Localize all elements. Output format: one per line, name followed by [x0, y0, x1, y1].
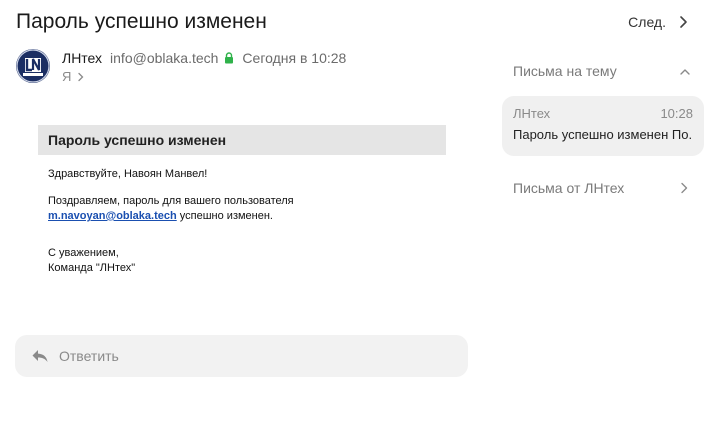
letters-from-sender-label: Письма от ЛНтех	[513, 180, 625, 196]
congrats-text: Поздравляем, пароль для вашего пользоват…	[48, 195, 294, 207]
congrats-paragraph: Поздравляем, пароль для вашего пользоват…	[48, 194, 446, 224]
thread-item-subject: Пароль успешно изменен По...	[513, 127, 693, 142]
greeting-text: Здравствуйте, Навоян Манвел!	[48, 168, 208, 180]
chevron-up-icon[interactable]	[678, 65, 692, 79]
message-subject: Пароль успешно изменен	[16, 10, 267, 33]
message-date: Сегодня в 10:28	[242, 50, 347, 66]
thread-item[interactable]: ЛНтех 10:28 Пароль успешно изменен По...	[502, 96, 704, 156]
next-label: След.	[628, 14, 666, 30]
user-email-link[interactable]: m.navoyan@oblaka.tech	[48, 210, 177, 222]
chevron-right-icon	[680, 16, 687, 28]
message-body: Пароль успешно изменен Здравствуйте, Нав…	[38, 125, 446, 276]
chevron-right-icon	[78, 72, 84, 81]
lock-icon	[225, 52, 234, 64]
signature: С уважением, Команда "ЛНтех"	[48, 246, 446, 276]
sender-email[interactable]: info@oblaka.tech	[110, 50, 218, 66]
thread-item-sender: ЛНтех	[513, 106, 551, 121]
sender-logo-icon	[16, 49, 50, 83]
signature-line-2: Команда "ЛНтех"	[48, 262, 136, 274]
chevron-right-icon	[681, 182, 688, 194]
recipient-toggle[interactable]: Я	[62, 69, 85, 84]
reply-button[interactable]: Ответить	[15, 335, 468, 377]
thread-item-time: 10:28	[660, 106, 693, 121]
recipient-label: Я	[62, 69, 72, 84]
sender-name[interactable]: ЛНтех	[62, 50, 102, 66]
reply-arrow-icon	[32, 350, 48, 362]
signature-line-1: С уважением,	[48, 247, 119, 259]
letter-title: Пароль успешно изменен	[38, 125, 446, 155]
sender-avatar[interactable]	[16, 49, 50, 83]
letters-from-sender-link[interactable]: Письма от ЛНтех	[513, 180, 691, 196]
next-message-button[interactable]: След.	[628, 14, 690, 30]
sender-line: ЛНтех info@oblaka.tech Сегодня в 10:28	[62, 50, 346, 66]
congrats-suffix: успешно изменен.	[176, 210, 273, 222]
thread-section-title: Письма на тему	[513, 63, 617, 79]
reply-label: Ответить	[59, 348, 119, 364]
